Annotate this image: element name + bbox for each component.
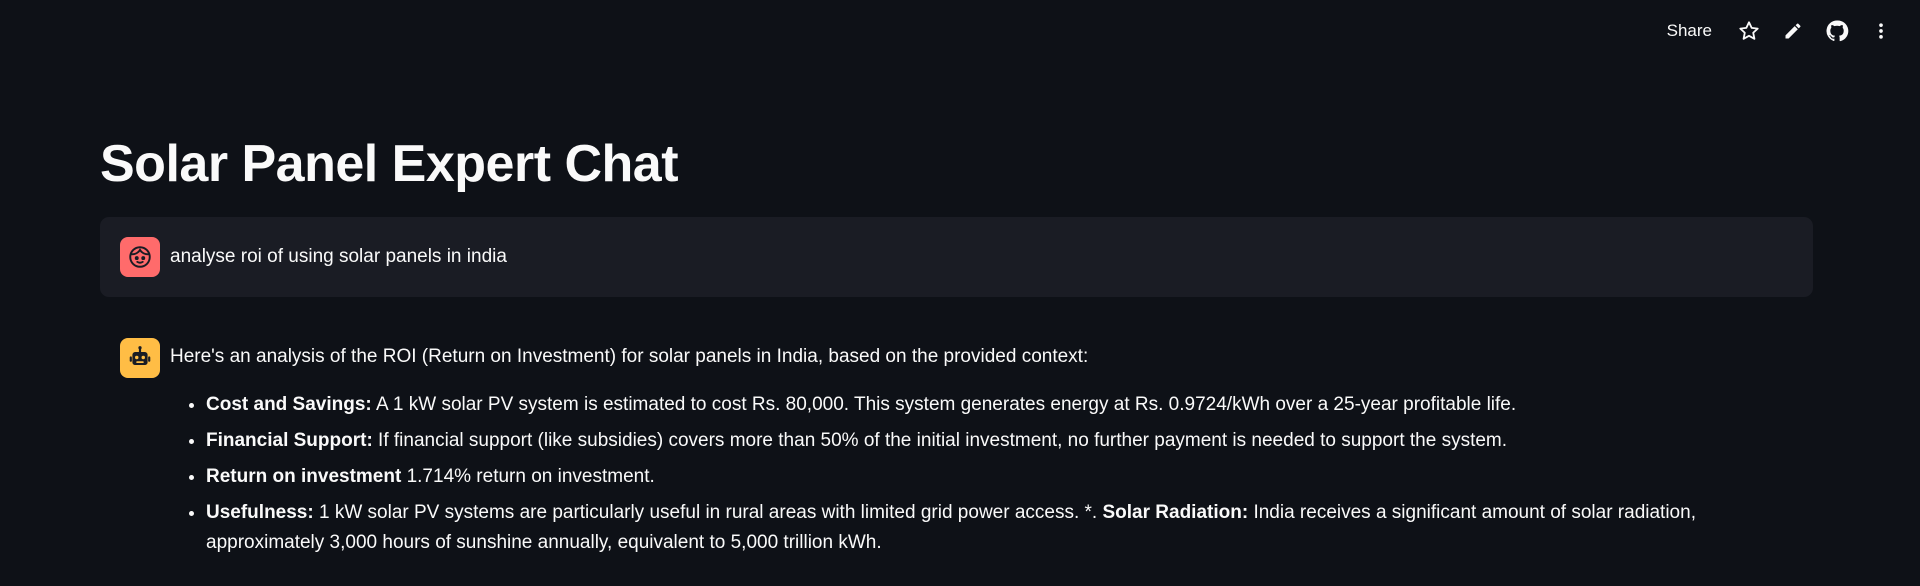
item-label: Usefulness: — [206, 502, 314, 523]
user-message-text: analyse roi of using solar panels in ind… — [170, 246, 507, 267]
item-text: If financial support (like subsidies) co… — [372, 430, 1508, 451]
list-item: Usefulness: 1 kW solar PV systems are pa… — [206, 498, 1806, 558]
item-label: Cost and Savings: — [206, 394, 372, 415]
item-label-secondary: Solar Radiation: — [1102, 502, 1249, 523]
item-text: 1.714% return on investment. — [401, 466, 655, 487]
assistant-message-content: Here's an analysis of the ROI (Return on… — [170, 338, 1806, 564]
assistant-bullet-list: Cost and Savings: A 1 kW solar PV system… — [170, 390, 1806, 558]
item-label: Financial Support: — [206, 430, 373, 451]
assistant-chat-message: Here's an analysis of the ROI (Return on… — [120, 338, 1813, 564]
user-face-icon — [120, 237, 160, 277]
more-vertical-icon[interactable] — [1864, 14, 1898, 48]
list-item: Financial Support: If financial support … — [206, 426, 1806, 456]
star-icon[interactable] — [1732, 14, 1766, 48]
app-toolbar: Share — [1657, 0, 1920, 62]
github-icon[interactable] — [1820, 14, 1854, 48]
item-label: Return on investment — [206, 466, 402, 487]
user-chat-message: analyse roi of using solar panels in ind… — [100, 217, 1813, 297]
item-text: 1 kW solar PV systems are particularly u… — [313, 502, 1103, 523]
share-button[interactable]: Share — [1657, 15, 1722, 47]
pencil-icon[interactable] — [1776, 14, 1810, 48]
item-text: A 1 kW solar PV system is estimated to c… — [371, 394, 1517, 415]
list-item: Return on investment 1.714% return on in… — [206, 462, 1806, 492]
robot-icon — [120, 338, 160, 378]
list-item: Cost and Savings: A 1 kW solar PV system… — [206, 390, 1806, 420]
page-title: Solar Panel Expert Chat — [100, 135, 679, 193]
assistant-intro-text: Here's an analysis of the ROI (Return on… — [170, 346, 1089, 367]
